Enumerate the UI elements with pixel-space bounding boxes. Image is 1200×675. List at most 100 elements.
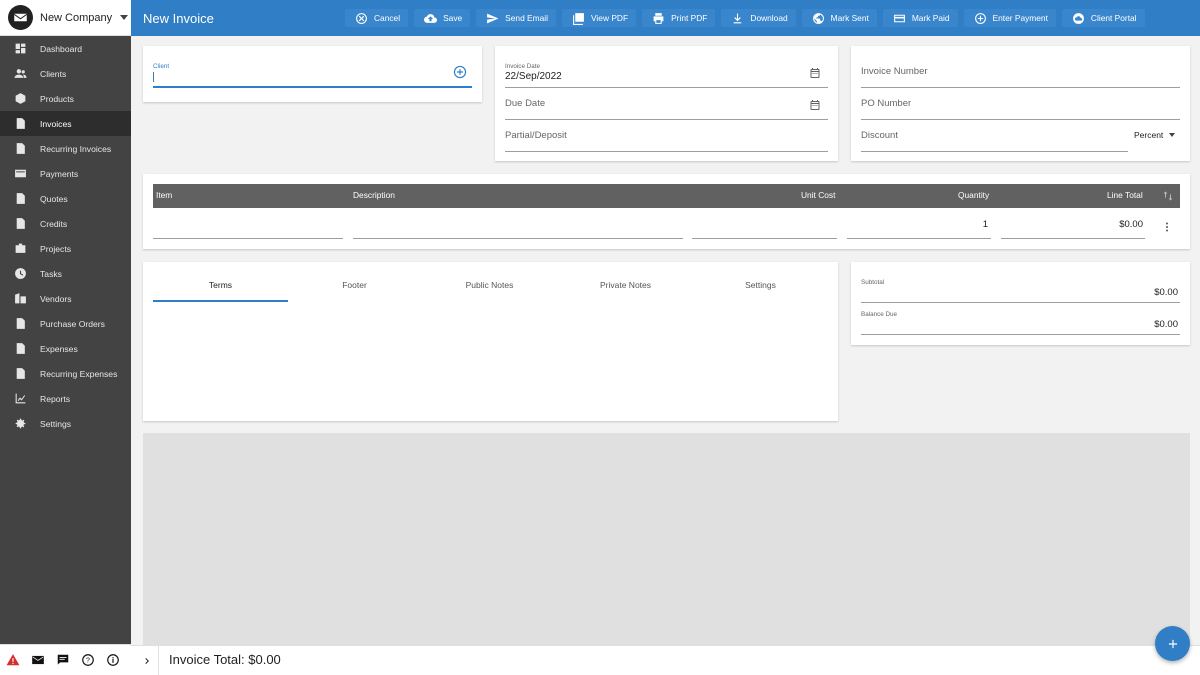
- po-number-field[interactable]: PO Number: [861, 90, 1180, 120]
- client-label: Client: [153, 63, 170, 70]
- sidebar-item-label: Vendors: [40, 293, 72, 304]
- mark-paid-button[interactable]: Mark Paid: [882, 9, 958, 27]
- discount-type-select[interactable]: Percent: [1134, 130, 1176, 140]
- sidebar-item-recurring-invoices[interactable]: Recurring Invoices: [0, 136, 131, 161]
- sidebar-item-label: Quotes: [40, 193, 68, 204]
- partial-deposit-label: Partial/Deposit: [505, 130, 567, 141]
- view-pdf-button[interactable]: View PDF: [562, 9, 637, 27]
- add-client-icon[interactable]: [453, 65, 467, 79]
- help-icon[interactable]: ?: [81, 653, 95, 667]
- cancel-button[interactable]: Cancel: [345, 9, 409, 27]
- projects-icon: [13, 242, 27, 256]
- mark-sent-button[interactable]: Mark Sent: [801, 9, 877, 27]
- info-icon[interactable]: [106, 653, 120, 667]
- sidebar-item-purchase-orders[interactable]: Purchase Orders: [0, 311, 131, 336]
- sidebar-item-expenses[interactable]: Expenses: [0, 336, 131, 361]
- enter-payment-button[interactable]: Enter Payment: [963, 9, 1056, 27]
- tab-public-notes[interactable]: Public Notes: [422, 280, 557, 290]
- sidebar-item-label: Credits: [40, 218, 68, 229]
- divider: [158, 646, 159, 675]
- sidebar-item-label: Invoices: [40, 118, 72, 129]
- warning-icon[interactable]: [6, 653, 20, 667]
- discount-type-value: Percent: [1134, 130, 1164, 140]
- quantity-input[interactable]: 1: [847, 214, 991, 239]
- invoice-number-label: Invoice Number: [861, 66, 928, 77]
- column-unit-cost: Unit Cost: [801, 190, 836, 200]
- sidebar-item-products[interactable]: Products: [0, 86, 131, 111]
- sidebar-item-tasks[interactable]: Tasks: [0, 261, 131, 286]
- due-date-field[interactable]: Due Date: [505, 90, 828, 120]
- client-field[interactable]: Client: [153, 58, 472, 88]
- save-button[interactable]: Save: [414, 9, 471, 27]
- more-vert-icon[interactable]: [1161, 220, 1173, 234]
- sidebar-item-label: Recurring Expenses: [40, 368, 118, 379]
- invoice-date-field[interactable]: Invoice Date 22/Sep/2022: [505, 58, 828, 88]
- client-card: Client: [143, 46, 482, 102]
- send-email-label: Send Email: [505, 13, 548, 23]
- sidebar-item-quotes[interactable]: Quotes: [0, 186, 131, 211]
- terms-editor[interactable]: [153, 310, 828, 410]
- invoices-icon: [13, 117, 27, 131]
- print-pdf-button[interactable]: Print PDF: [642, 9, 716, 27]
- item-input[interactable]: [153, 214, 343, 239]
- chevron-right-icon[interactable]: [141, 654, 153, 668]
- sidebar-item-clients[interactable]: Clients: [0, 61, 131, 86]
- discount-field[interactable]: Discount: [861, 122, 1128, 152]
- description-input[interactable]: [353, 214, 683, 239]
- tab-settings[interactable]: Settings: [693, 280, 828, 290]
- picture-as-pdf-icon: [573, 12, 584, 25]
- balance-due-value: $0.00: [1154, 319, 1178, 330]
- plus-icon: [1168, 639, 1177, 648]
- chat-icon[interactable]: [56, 653, 70, 667]
- subtotal-row: Subtotal $0.00: [861, 274, 1180, 303]
- sidebar-item-invoices[interactable]: Invoices: [0, 111, 131, 136]
- sidebar-item-settings[interactable]: Settings: [0, 411, 131, 436]
- line-items-header: Item Description Unit Cost Quantity Line…: [153, 184, 1180, 208]
- credit-card-icon: [893, 14, 905, 22]
- clients-icon: [13, 67, 27, 81]
- invoice-date-value: 22/Sep/2022: [505, 71, 562, 82]
- page-title: New Invoice: [143, 10, 214, 26]
- company-logo-icon: [8, 5, 33, 30]
- unit-cost-input[interactable]: [692, 214, 837, 239]
- sort-icon[interactable]: [1162, 189, 1174, 203]
- sidebar-item-recurring-expenses[interactable]: Recurring Expenses: [0, 361, 131, 386]
- sidebar-item-payments[interactable]: Payments: [0, 161, 131, 186]
- calendar-icon[interactable]: [809, 98, 821, 110]
- client-portal-button[interactable]: Client Portal: [1061, 9, 1145, 27]
- tab-private-notes[interactable]: Private Notes: [558, 280, 693, 290]
- tab-terms[interactable]: Terms: [153, 280, 288, 290]
- print-icon: [653, 12, 664, 24]
- recurring-expenses-icon: [13, 367, 27, 381]
- send-icon: [487, 13, 499, 23]
- sidebar-item-label: Products: [40, 93, 74, 104]
- pdf-preview-area: [143, 433, 1190, 645]
- numbers-card: Invoice Number PO Number Discount Percen…: [851, 46, 1190, 161]
- balance-due-label: Balance Due: [861, 311, 898, 318]
- settings-icon: [13, 417, 27, 431]
- sidebar-item-label: Clients: [40, 68, 67, 79]
- caret-down-icon[interactable]: [120, 15, 129, 20]
- add-button[interactable]: [1155, 626, 1190, 661]
- download-button[interactable]: Download: [721, 9, 796, 27]
- tab-footer[interactable]: Footer: [287, 280, 422, 290]
- send-email-button[interactable]: Send Email: [476, 9, 556, 27]
- sidebar-item-credits[interactable]: Credits: [0, 211, 131, 236]
- enter-payment-label: Enter Payment: [992, 13, 1048, 23]
- sidebar-item-reports[interactable]: Reports: [0, 386, 131, 411]
- recurring-invoices-icon: [13, 142, 27, 156]
- sidebar-item-dashboard[interactable]: Dashboard: [0, 36, 131, 61]
- company-selector[interactable]: New Company: [0, 0, 131, 36]
- invoice-number-field[interactable]: Invoice Number: [861, 58, 1180, 88]
- calendar-icon[interactable]: [809, 66, 821, 78]
- partial-deposit-field[interactable]: Partial/Deposit: [505, 122, 828, 152]
- sidebar-item-vendors[interactable]: Vendors: [0, 286, 131, 311]
- subtotal-value: $0.00: [1154, 287, 1178, 298]
- balance-due-row: Balance Due $0.00: [861, 306, 1180, 335]
- mail-icon[interactable]: [31, 653, 45, 667]
- reports-icon: [13, 392, 27, 406]
- sidebar-item-projects[interactable]: Projects: [0, 236, 131, 261]
- column-quantity: Quantity: [958, 190, 990, 200]
- download-label: Download: [750, 13, 788, 23]
- tasks-icon: [13, 267, 27, 281]
